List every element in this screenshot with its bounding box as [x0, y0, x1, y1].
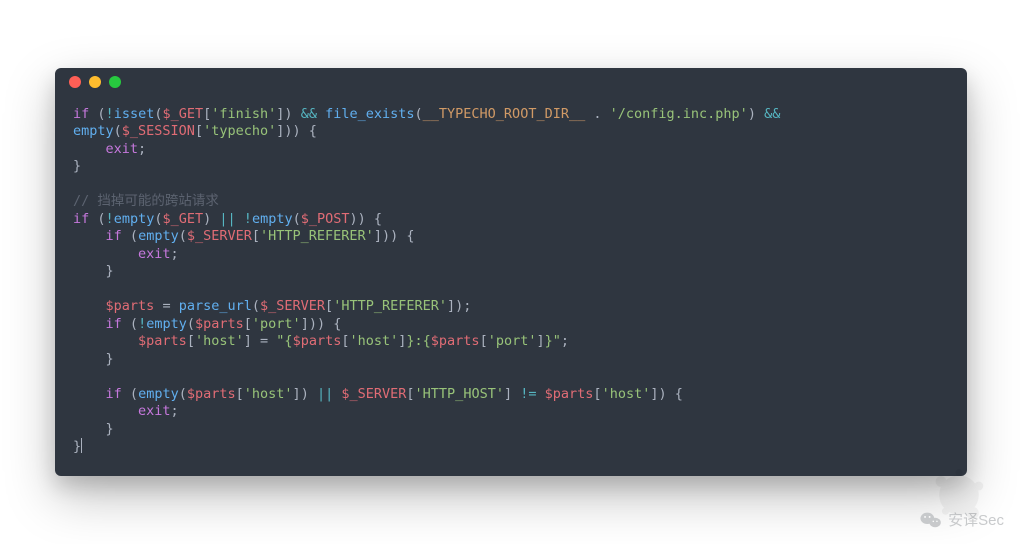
code-window: if (!isset($_GET['finish']) && file_exis… — [55, 68, 967, 477]
cursor-icon — [81, 438, 82, 453]
wechat-icon — [920, 511, 942, 529]
var-parts: $parts — [106, 298, 155, 314]
watermark-label: 安译Sec — [948, 509, 1004, 530]
keyword-exit: exit — [106, 141, 139, 157]
fn-parse-url: parse_url — [179, 298, 252, 314]
var-post: $_POST — [301, 211, 350, 227]
watermark: 安译Sec — [920, 509, 1004, 530]
const-root-dir: __TYPECHO_ROOT_DIR__ — [423, 106, 586, 122]
var-session: $_SESSION — [122, 123, 195, 139]
keyword-if: if — [73, 106, 89, 122]
var-get: $_GET — [162, 106, 203, 122]
comment-cn: // 挡掉可能的跨站请求 — [73, 193, 219, 209]
code-content: if (!isset($_GET['finish']) && file_exis… — [55, 96, 967, 477]
var-server: $_SERVER — [187, 228, 252, 244]
minimize-icon[interactable] — [89, 76, 101, 88]
fn-isset: isset — [114, 106, 155, 122]
fn-empty: empty — [73, 123, 114, 139]
close-icon[interactable] — [69, 76, 81, 88]
maximize-icon[interactable] — [109, 76, 121, 88]
fn-file-exists: file_exists — [325, 106, 414, 122]
title-bar — [55, 68, 967, 96]
